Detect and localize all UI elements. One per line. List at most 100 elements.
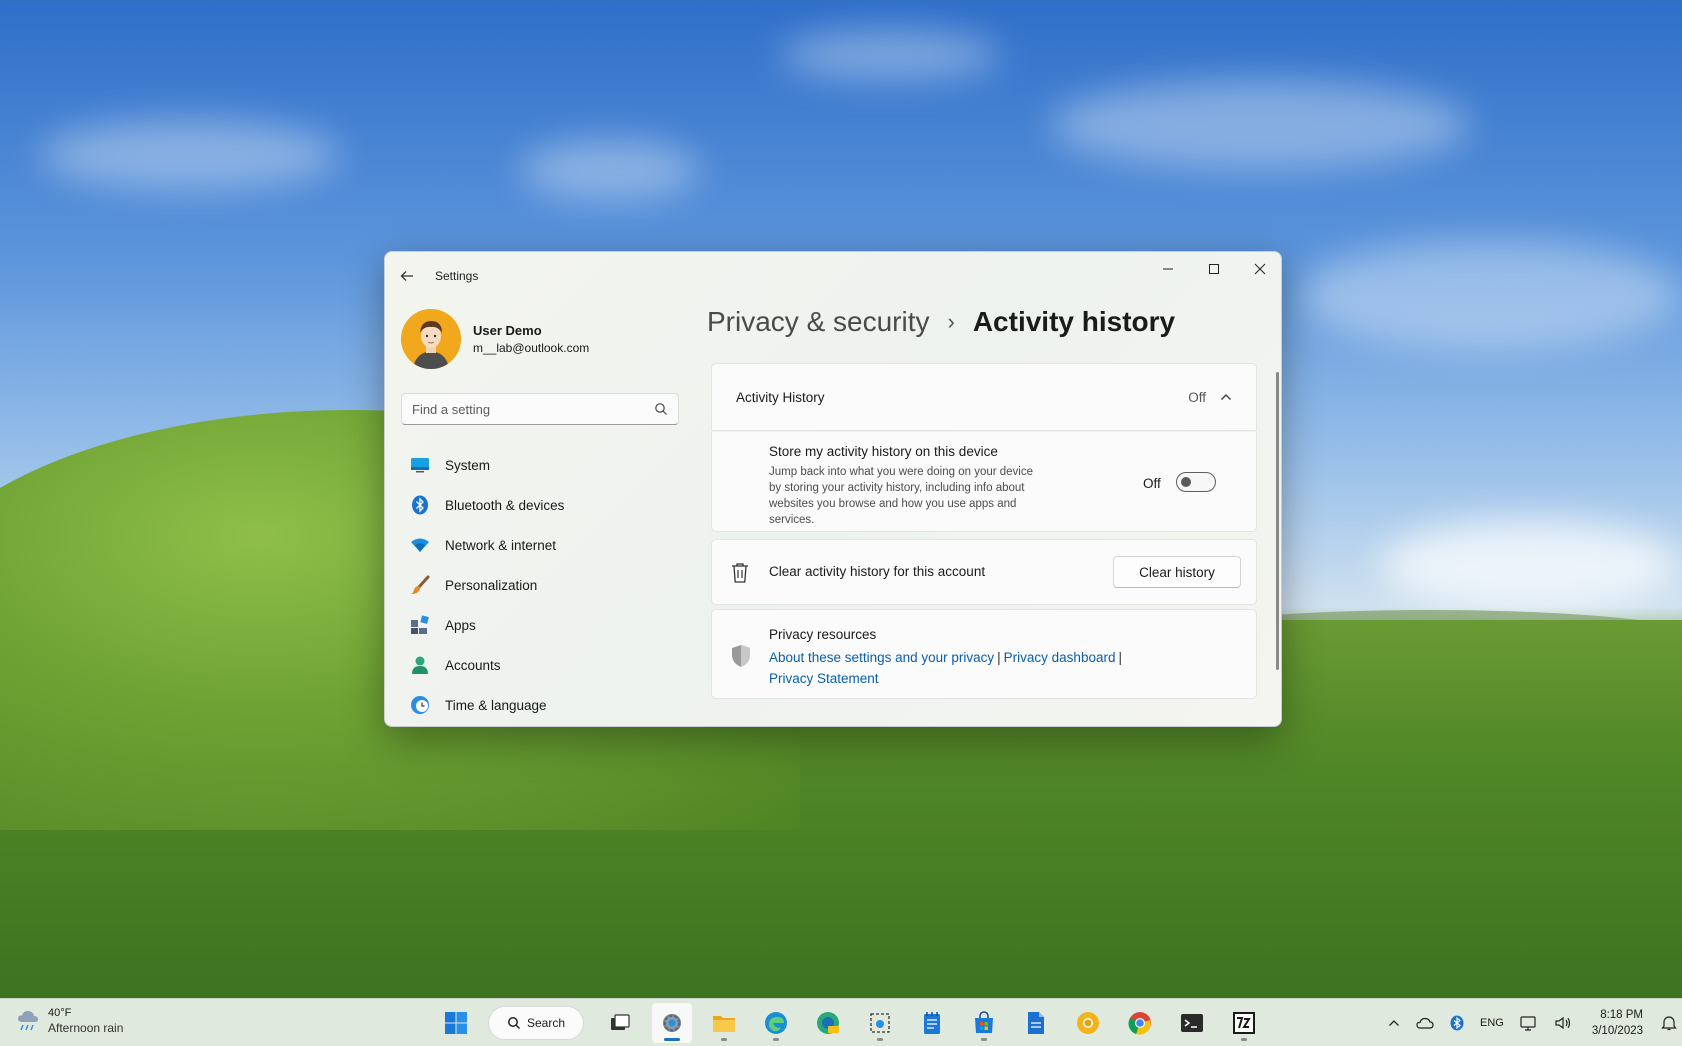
weather-widget[interactable]: 40°F Afternoon rain: [16, 1007, 123, 1035]
apps-icon: [409, 614, 431, 636]
taskbar-edge-canary[interactable]: [808, 1003, 848, 1043]
taskbar-document-app[interactable]: [1016, 1003, 1056, 1043]
taskbar-search-label: Search: [527, 1016, 566, 1030]
bluetooth-tray-button[interactable]: [1450, 1015, 1464, 1031]
title-bar: Settings: [385, 252, 1281, 298]
speaker-icon: [1555, 1016, 1570, 1030]
taskbar-clock[interactable]: 8:18 PM 3/10/2023: [1592, 1007, 1643, 1039]
privacy-resources: Privacy resources About these settings a…: [711, 609, 1257, 699]
weather-temperature: 40°F: [48, 1007, 72, 1019]
taskbar-edge[interactable]: [756, 1003, 796, 1043]
maximize-button[interactable]: [1191, 252, 1237, 286]
edge-canary-icon: [817, 1012, 839, 1034]
store-activity-description: Jump back into what you were doing on yo…: [769, 466, 1034, 526]
weather-description: Afternoon rain: [48, 1021, 124, 1035]
breadcrumb-separator: ›: [947, 309, 955, 334]
network-tray-button[interactable]: [1520, 1015, 1538, 1031]
about-privacy-link[interactable]: About these settings and your privacy: [769, 650, 994, 665]
minimize-button[interactable]: [1145, 252, 1191, 286]
sidebar-item-accounts[interactable]: Accounts: [401, 646, 679, 684]
privacy-resources-title: Privacy resources: [769, 627, 877, 642]
search-icon: [508, 1017, 521, 1030]
system-icon: [409, 454, 431, 476]
clear-history-button[interactable]: Clear history: [1113, 556, 1241, 588]
shield-icon: [732, 645, 750, 667]
sidebar-item-label: Bluetooth & devices: [445, 497, 565, 513]
toggle-state-label: Off: [1143, 476, 1161, 491]
sidebar-item-network[interactable]: Network & internet: [401, 526, 679, 564]
user-profile[interactable]: User Demo m__lab@outlook.com: [401, 309, 589, 369]
link-separator: |: [1118, 650, 1122, 665]
sidebar-item-system[interactable]: System: [401, 446, 679, 484]
sidebar-nav: System Bluetooth & devices Network & int…: [401, 446, 679, 726]
sidebar-item-personalization[interactable]: Personalization: [401, 566, 679, 604]
chevron-up-icon[interactable]: [1220, 391, 1232, 403]
user-email: m__lab@outlook.com: [473, 341, 590, 355]
search-input[interactable]: [412, 401, 654, 417]
clock-date: 3/10/2023: [1591, 1025, 1644, 1037]
notepad-icon: [924, 1012, 940, 1034]
taskbar-chrome[interactable]: [1120, 1003, 1160, 1043]
content-scrollbar[interactable]: [1276, 372, 1279, 670]
sidebar-item-label: Accounts: [445, 657, 501, 673]
settings-window: Settings User Demo m__lab@outlook.com Fi…: [384, 251, 1282, 727]
expander-title: Activity History: [736, 389, 825, 405]
notifications-button[interactable]: [1661, 1015, 1677, 1031]
globe-clock-icon: [409, 694, 431, 716]
breadcrumb-parent[interactable]: Privacy & security: [707, 306, 930, 338]
task-view-button[interactable]: [600, 1003, 640, 1043]
onedrive-tray-button[interactable]: [1416, 1017, 1434, 1029]
window-title: Settings: [435, 269, 479, 283]
show-hidden-icons-button[interactable]: [1388, 1017, 1400, 1029]
sidebar-item-label: Time & language: [445, 697, 547, 713]
clock-time: 8:18 PM: [1600, 1009, 1644, 1021]
toggle-knob: [1181, 477, 1191, 487]
clear-history-setting: Clear activity history for this account …: [711, 539, 1257, 605]
taskbar-snipping-tool[interactable]: [860, 1003, 900, 1043]
sidebar-item-label: Network & internet: [445, 537, 557, 553]
brush-icon: [409, 574, 431, 596]
taskbar-chrome-canary[interactable]: [1068, 1003, 1108, 1043]
minimize-icon: [1163, 268, 1173, 270]
start-button[interactable]: [436, 1003, 476, 1043]
input-language-button[interactable]: ENG: [1480, 1017, 1504, 1029]
bluetooth-icon: [409, 494, 431, 516]
gear-icon: [663, 1014, 681, 1032]
taskbar-search[interactable]: Search: [488, 1006, 584, 1040]
close-button[interactable]: [1237, 252, 1281, 286]
privacy-statement-link[interactable]: Privacy Statement: [769, 671, 879, 686]
back-button[interactable]: [395, 264, 419, 288]
bluetooth-icon: [1450, 1015, 1464, 1031]
search-icon[interactable]: [654, 402, 668, 416]
taskbar-apps: Search: [430, 1003, 1270, 1043]
taskbar-microsoft-store[interactable]: [964, 1003, 1004, 1043]
rain-cloud-icon: [18, 1011, 38, 1031]
clear-history-label: Clear activity history for this account: [769, 564, 986, 579]
sidebar-item-apps[interactable]: Apps: [401, 606, 679, 644]
privacy-dashboard-link[interactable]: Privacy dashboard: [1004, 650, 1116, 665]
sidebar-item-label: Apps: [445, 617, 476, 633]
store-activity-setting: Store my activity history on this device…: [711, 432, 1257, 532]
network-icon: [1520, 1016, 1536, 1031]
volume-tray-button[interactable]: [1554, 1015, 1572, 1031]
close-icon: [1254, 263, 1266, 275]
cloud-icon: [1416, 1017, 1434, 1029]
taskbar-notepad[interactable]: [912, 1003, 952, 1043]
taskbar-7zip[interactable]: [1224, 1003, 1264, 1043]
taskbar-terminal[interactable]: [1172, 1003, 1212, 1043]
store-activity-toggle[interactable]: [1176, 472, 1216, 492]
search-box[interactable]: [401, 393, 679, 425]
arrow-left-icon: [400, 271, 413, 281]
notification-bell-icon: [1661, 1016, 1677, 1031]
chrome-canary-icon: [1077, 1012, 1099, 1034]
sidebar-item-bluetooth[interactable]: Bluetooth & devices: [401, 486, 679, 524]
system-tray: ENG 8:18 PM 3/10/2023: [1380, 999, 1682, 1046]
taskbar-settings-app[interactable]: [652, 1003, 692, 1043]
taskbar-file-explorer[interactable]: [704, 1003, 744, 1043]
chrome-icon: [1128, 1012, 1151, 1035]
task-view-icon: [611, 1014, 630, 1030]
folder-icon: [713, 1016, 735, 1032]
page-title: Activity history: [972, 306, 1176, 337]
sidebar-item-time-language[interactable]: Time & language: [401, 686, 679, 724]
activity-history-expander[interactable]: Activity History Off: [711, 363, 1257, 431]
